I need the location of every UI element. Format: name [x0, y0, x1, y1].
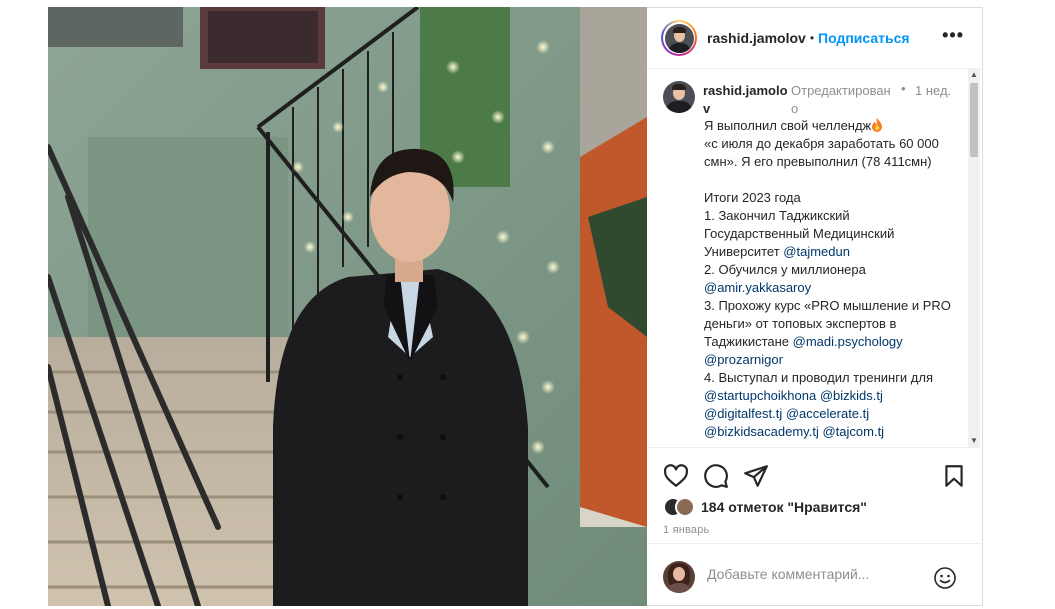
caption-time: 1 нед. [915, 83, 952, 98]
caption-dot: • [901, 81, 906, 96]
paper-plane-icon[interactable] [743, 463, 769, 489]
mention-link[interactable]: @bizkidsacademy.tj [704, 424, 819, 439]
liker-avatar [675, 497, 695, 517]
mention-link[interactable]: @digitalfest.tj [704, 406, 782, 421]
mention-link[interactable]: @startupchoikhona [704, 388, 816, 403]
post-image [48, 7, 647, 606]
likes-count[interactable]: 184 отметок "Нравится" [701, 499, 867, 515]
follow-button[interactable]: Подписаться [818, 30, 910, 46]
caption-meta: rashid.jamolov Отредактировано • 1 нед. [703, 81, 963, 118]
post-header: rashid.jamolov • Подписаться ••• [647, 8, 982, 69]
separator-dot: • [809, 31, 815, 45]
add-comment-bar [647, 543, 981, 607]
mention-link[interactable]: @madi.psychology [793, 334, 903, 349]
smiley-icon[interactable] [933, 566, 957, 590]
caption-line: 2. Обучился у миллионера [704, 262, 866, 277]
caption-text: Я выполнил свой челлендж «с июля до дека… [704, 117, 956, 441]
comment-icon[interactable] [703, 463, 729, 489]
edited-label: Отредактировано [791, 83, 891, 116]
post-photo[interactable] [48, 7, 647, 606]
mention-link[interactable]: @accelerate.tj [786, 406, 869, 421]
post-date: 1 январь [663, 524, 710, 536]
heart-icon[interactable] [663, 463, 689, 489]
caption-line: 4. Выступал и проводил тренинги для [704, 370, 934, 385]
mention-link[interactable]: @bizkids.tj [820, 388, 883, 403]
caption-line: Я выполнил свой челлендж [704, 118, 872, 133]
scroll-up-arrow-icon[interactable]: ▲ [968, 69, 980, 81]
caption-username[interactable]: rashid.jamolov [703, 82, 791, 118]
fire-emoji-icon [872, 118, 883, 132]
more-dots-icon[interactable]: ••• [942, 26, 964, 44]
likes-row[interactable]: 184 отметок "Нравится" [663, 497, 867, 517]
current-user-avatar [663, 561, 695, 593]
mention-link[interactable]: @amir.yakkasaroy [704, 280, 811, 295]
mention-link[interactable]: @tajmedun [783, 244, 850, 259]
comment-input[interactable] [707, 566, 917, 582]
author-avatar[interactable] [661, 20, 697, 56]
caption-area[interactable]: rashid.jamolov Отредактировано • 1 нед. … [647, 69, 981, 447]
bookmark-icon[interactable] [941, 463, 967, 489]
scroll-thumb[interactable] [970, 83, 978, 157]
mention-link[interactable]: @prozarnigor [704, 352, 783, 367]
caption-avatar[interactable] [663, 81, 695, 113]
caption-scrollbar[interactable]: ▲ ▼ [968, 69, 980, 447]
caption-line: «с июля до декабря заработать 60 000 смн… [704, 136, 939, 169]
post-side-panel: rashid.jamolov • Подписаться ••• rashid.… [647, 7, 983, 606]
author-username[interactable]: rashid.jamolov [707, 30, 806, 46]
mention-link[interactable]: @tajcom.tj [822, 424, 884, 439]
caption-line: Итоги 2023 года [704, 190, 801, 205]
post-actions: 184 отметок "Нравится" 1 январь [647, 447, 981, 544]
scroll-down-arrow-icon[interactable]: ▼ [968, 435, 980, 447]
